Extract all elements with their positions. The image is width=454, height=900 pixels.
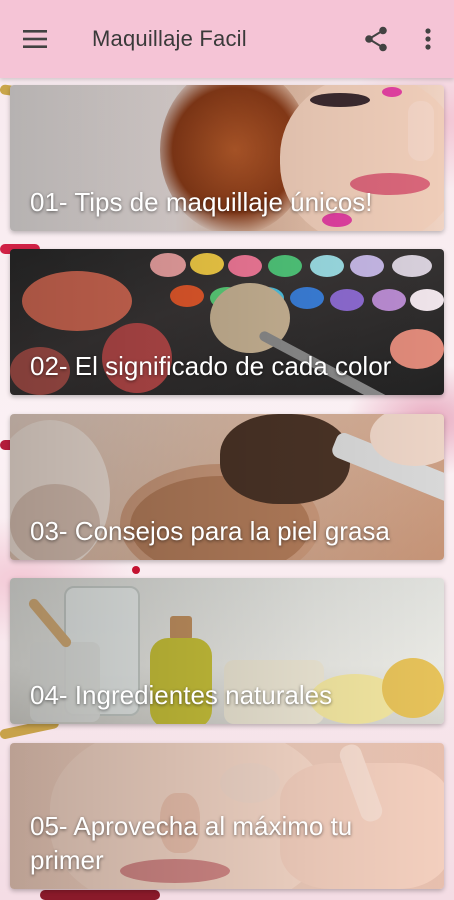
topic-card[interactable]: 04- Ingredientes naturales (10, 578, 444, 724)
app-bar: Maquillaje Facil (0, 0, 454, 78)
topic-card[interactable]: 05- Aprovecha al máximo tu primer (10, 743, 444, 889)
nail-polish-drop-decoration (132, 566, 140, 574)
card-title: 03- Consejos para la piel grasa (30, 516, 390, 546)
overflow-menu-button[interactable] (402, 0, 454, 78)
card-title: 05- Aprovecha al máximo tu primer (30, 811, 353, 875)
card-title: 04- Ingredientes naturales (30, 680, 333, 710)
share-icon (365, 26, 387, 52)
lipstick-stroke-decoration (40, 890, 160, 900)
menu-button[interactable] (0, 0, 70, 78)
topic-card[interactable]: 03- Consejos para la piel grasa (10, 414, 444, 560)
more-vert-icon (425, 28, 431, 50)
topic-card[interactable]: 02- El significado de cada color (10, 249, 444, 395)
app-title: Maquillaje Facil (92, 26, 247, 51)
card-title: 02- El significado de cada color (30, 351, 392, 381)
hamburger-menu-icon (23, 30, 47, 48)
card-title: 01- Tips de maquillaje únicos! (30, 187, 373, 217)
share-button[interactable] (350, 0, 402, 78)
topic-card[interactable]: 01- Tips de maquillaje únicos! (10, 85, 444, 231)
